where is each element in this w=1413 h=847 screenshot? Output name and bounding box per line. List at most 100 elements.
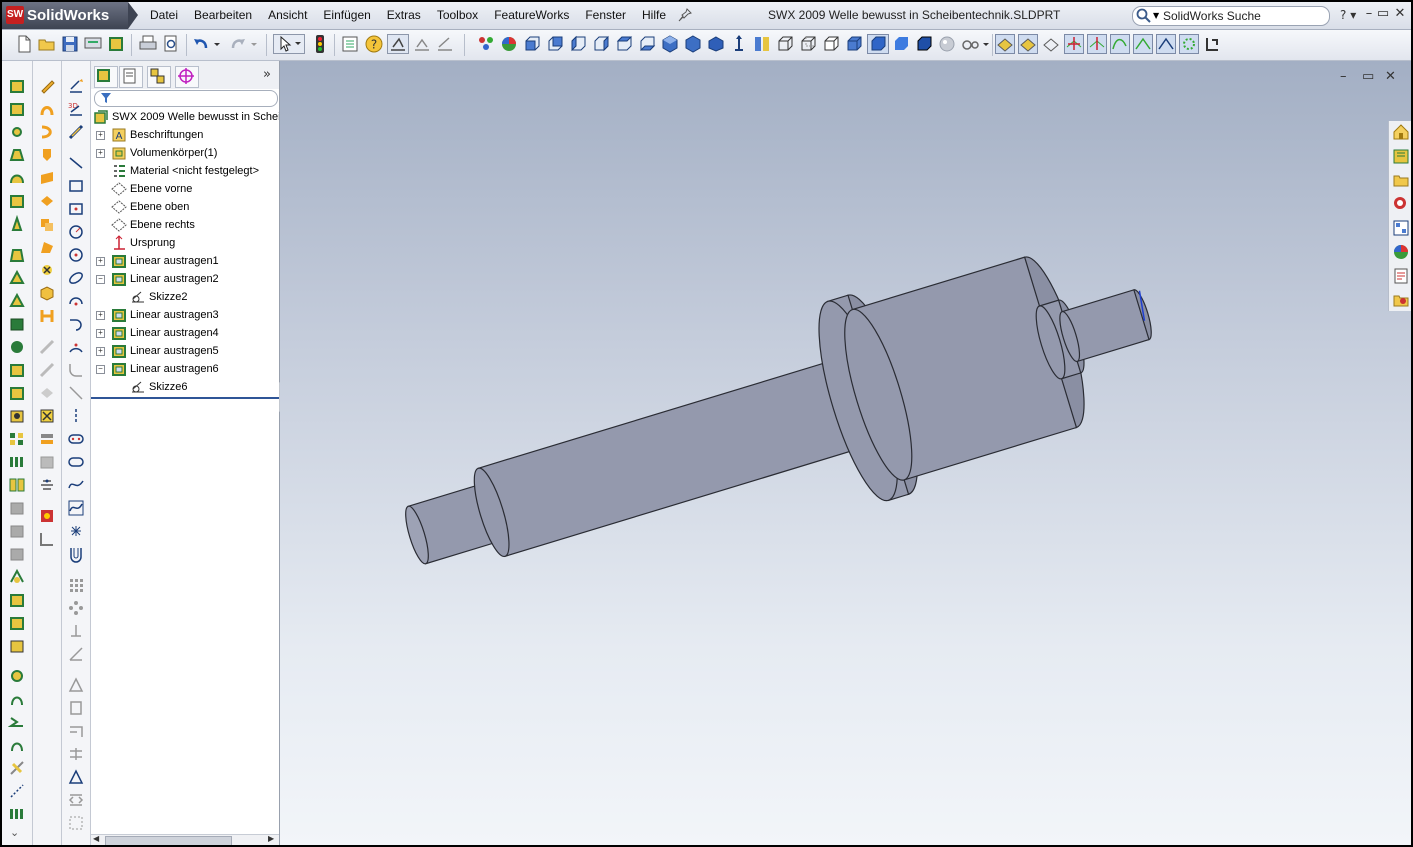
print-icon[interactable] — [138, 34, 158, 54]
revolved-boss-icon[interactable] — [8, 100, 26, 118]
wireframe-icon[interactable] — [775, 34, 795, 54]
tree-item[interactable]: Ebene oben — [91, 198, 279, 216]
sketch-picture-icon[interactable] — [67, 768, 85, 786]
help-question-icon[interactable]: ? — [364, 34, 384, 54]
flex-icon[interactable] — [8, 545, 26, 563]
expand-icon[interactable]: + — [96, 311, 105, 320]
search-dropdown-icon[interactable]: ▼ — [1153, 11, 1159, 20]
expand-icon[interactable]: + — [96, 131, 105, 140]
collapse-panel-icon[interactable]: » — [263, 67, 271, 82]
extruded-surface-icon[interactable] — [38, 77, 56, 95]
view-left-icon[interactable] — [568, 34, 588, 54]
tree-horizontal-scrollbar[interactable]: ◀ ▶ — [91, 834, 279, 845]
extruded-boss-icon[interactable] — [8, 77, 26, 95]
hidden-lines-removed-icon[interactable] — [821, 34, 841, 54]
extend-surface-icon[interactable] — [38, 338, 56, 356]
hide-show-planes-icon[interactable] — [995, 34, 1015, 54]
tangent-arc-icon[interactable] — [67, 315, 85, 333]
file-explorer-icon[interactable] — [1392, 171, 1410, 189]
menu-bearbeiten[interactable]: Bearbeiten — [186, 2, 260, 29]
display-delete-relations-icon[interactable] — [67, 622, 85, 640]
tree-item[interactable]: Ursprung — [91, 234, 279, 252]
rollback-bar[interactable] — [91, 397, 279, 399]
menu-einfuegen[interactable]: Einfügen — [315, 2, 378, 29]
offset-entities-icon[interactable] — [67, 545, 85, 563]
hide-show-points-icon[interactable] — [1041, 34, 1061, 54]
hide-show-origins-icon[interactable] — [1064, 34, 1084, 54]
design-library-icon[interactable] — [1392, 147, 1410, 165]
linear-sketch-pattern-icon[interactable] — [67, 576, 85, 594]
tree-item[interactable]: + Volumenkörper(1) — [91, 144, 279, 162]
trim-surface-icon[interactable] — [38, 361, 56, 379]
replace-face-icon[interactable] — [38, 430, 56, 448]
view-trimetric-icon[interactable] — [683, 34, 703, 54]
swept-surface-icon[interactable] — [38, 123, 56, 141]
linear-pattern-icon[interactable] — [8, 430, 26, 448]
move-copy-body-icon[interactable] — [8, 568, 26, 586]
print-preview-icon[interactable] — [161, 34, 181, 54]
print-settings-icon[interactable] — [83, 34, 103, 54]
shaft-3d-model[interactable] — [280, 61, 1411, 845]
view-right-icon[interactable] — [591, 34, 611, 54]
sketch-fillet-icon[interactable] — [67, 361, 85, 379]
collapse-icon[interactable]: − — [96, 275, 105, 284]
tree-item[interactable]: + Linear austragen3 — [91, 306, 279, 324]
tree-item[interactable]: + A Beschriftungen — [91, 126, 279, 144]
lofted-cut-icon[interactable] — [8, 269, 26, 287]
normal-to-icon[interactable] — [729, 34, 749, 54]
expand-icon[interactable]: + — [96, 149, 105, 158]
scale-entities-icon[interactable] — [67, 814, 85, 832]
search-box[interactable]: ▼ SolidWorks Suche — [1132, 6, 1330, 26]
projected-curve-icon[interactable] — [8, 736, 26, 754]
circular-pattern-icon[interactable] — [8, 453, 26, 471]
tab-property-manager[interactable] — [119, 66, 143, 88]
window-close-button[interactable]: ✕ — [1391, 5, 1409, 23]
scroll-right-icon[interactable]: ▶ — [268, 834, 274, 843]
rib-icon[interactable] — [8, 361, 26, 379]
boundary-surface-icon[interactable] — [38, 169, 56, 187]
split-icon[interactable] — [8, 591, 26, 609]
swept-cut-icon[interactable] — [8, 246, 26, 264]
hide-show-curves-icon[interactable] — [1110, 34, 1130, 54]
help-button[interactable]: ? ▾ — [1340, 8, 1356, 22]
center-rectangle-icon[interactable] — [67, 200, 85, 218]
rectangle-icon[interactable] — [67, 177, 85, 195]
save-icon[interactable] — [60, 34, 80, 54]
tree-item[interactable]: Skizze2 — [91, 288, 279, 306]
pattern-dots-icon[interactable] — [8, 805, 26, 823]
dome-icon[interactable] — [8, 499, 26, 517]
radiate-surface-icon[interactable] — [38, 238, 56, 256]
expand-icon[interactable]: + — [96, 329, 105, 338]
menu-toolbox[interactable]: Toolbox — [429, 2, 486, 29]
line-icon[interactable] — [67, 154, 85, 172]
wrap-icon[interactable] — [8, 522, 26, 540]
revolved-surface-icon[interactable] — [38, 100, 56, 118]
tab-dimxpert-manager[interactable] — [175, 66, 199, 88]
search-input[interactable]: SolidWorks Suche — [1163, 7, 1261, 25]
appearances-icon[interactable] — [1392, 243, 1410, 261]
tree-item[interactable]: − Linear austragen2 — [91, 270, 279, 288]
expand-icon[interactable]: + — [96, 257, 105, 266]
draft-icon[interactable] — [8, 384, 26, 402]
helix-icon[interactable] — [8, 690, 26, 708]
view-selector-icon[interactable] — [752, 34, 772, 54]
tree-item[interactable]: + Linear austragen4 — [91, 324, 279, 342]
circular-sketch-pattern-icon[interactable] — [67, 599, 85, 617]
tab-configuration-manager[interactable] — [147, 66, 171, 88]
centerpoint-slot-icon[interactable] — [67, 453, 85, 471]
tree-item[interactable]: Material <nicht festgelegt> — [91, 162, 279, 180]
sketch-point-icon[interactable] — [67, 522, 85, 540]
sketch-icon[interactable] — [67, 77, 85, 95]
lofted-boss-icon[interactable] — [8, 146, 26, 164]
menu-fenster[interactable]: Fenster — [577, 2, 634, 29]
select-tool-icon[interactable] — [273, 34, 305, 54]
tab-feature-manager[interactable] — [94, 66, 118, 88]
window-restore-button[interactable]: ▭ — [1374, 5, 1392, 23]
sketch-chamfer-icon[interactable] — [67, 384, 85, 402]
fill-surface-icon[interactable] — [38, 284, 56, 302]
pin-menu-icon[interactable] — [678, 8, 692, 22]
open-folder-icon[interactable] — [37, 34, 57, 54]
intersect-icon[interactable] — [8, 637, 26, 655]
view-bottom-icon[interactable] — [637, 34, 657, 54]
rapid-sketch-icon[interactable] — [67, 699, 85, 717]
